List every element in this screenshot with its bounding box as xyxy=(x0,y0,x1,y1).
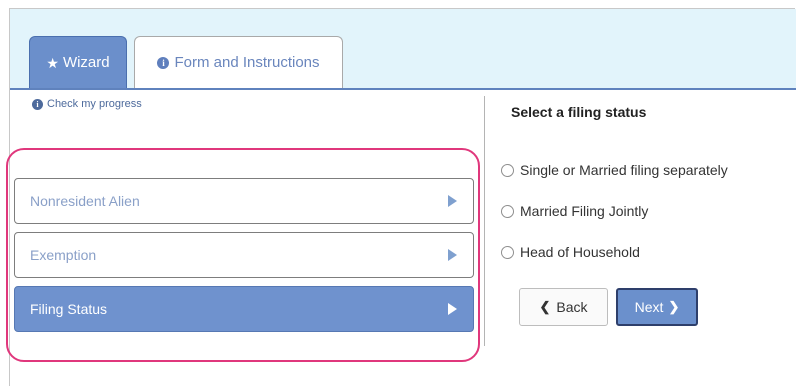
step-nonresident-alien[interactable]: Nonresident Alien xyxy=(14,178,474,224)
radio-button[interactable] xyxy=(501,163,514,177)
step-label: Nonresident Alien xyxy=(30,193,140,209)
next-button[interactable]: Next ❯ xyxy=(616,288,698,326)
chevron-right-icon xyxy=(448,195,457,207)
back-label: Back xyxy=(556,299,588,315)
info-icon: i xyxy=(157,56,170,69)
tab-underline xyxy=(10,88,796,90)
header-band xyxy=(10,9,796,89)
tab-wizard[interactable]: ★ Wizard xyxy=(29,36,127,88)
back-button[interactable]: ❮ Back xyxy=(519,288,608,326)
step-exemption[interactable]: Exemption xyxy=(14,232,474,278)
star-icon: ★ xyxy=(46,54,59,71)
tab-form-and-instructions[interactable]: i Form and Instructions xyxy=(134,36,343,88)
step-label: Filing Status xyxy=(30,301,108,317)
tab-form-label: Form and Instructions xyxy=(174,54,320,71)
panel-divider xyxy=(484,96,485,346)
option-single[interactable]: Single or Married filing separately xyxy=(501,162,728,178)
option-label: Single or Married filing separately xyxy=(520,162,728,178)
step-label: Exemption xyxy=(30,247,97,263)
radio-button[interactable] xyxy=(501,245,514,259)
tab-wizard-label: Wizard xyxy=(62,54,110,71)
info-icon: i xyxy=(32,98,43,110)
chevron-right-icon xyxy=(448,249,457,261)
step-filing-status[interactable]: Filing Status xyxy=(14,286,474,332)
next-label: Next xyxy=(634,299,664,315)
chevron-left-icon: ❮ xyxy=(539,299,551,314)
filing-status-title: Select a filing status xyxy=(511,104,647,120)
option-head-of-household[interactable]: Head of Household xyxy=(501,244,640,260)
chevron-right-icon: ❯ xyxy=(668,299,680,314)
chevron-right-icon xyxy=(448,303,457,315)
check-progress-label: Check my progress xyxy=(47,98,142,110)
option-married-jointly[interactable]: Married Filing Jointly xyxy=(501,203,648,219)
check-progress-link[interactable]: i Check my progress xyxy=(32,98,142,110)
option-label: Married Filing Jointly xyxy=(520,203,649,219)
radio-button[interactable] xyxy=(501,204,514,218)
option-label: Head of Household xyxy=(520,244,640,260)
